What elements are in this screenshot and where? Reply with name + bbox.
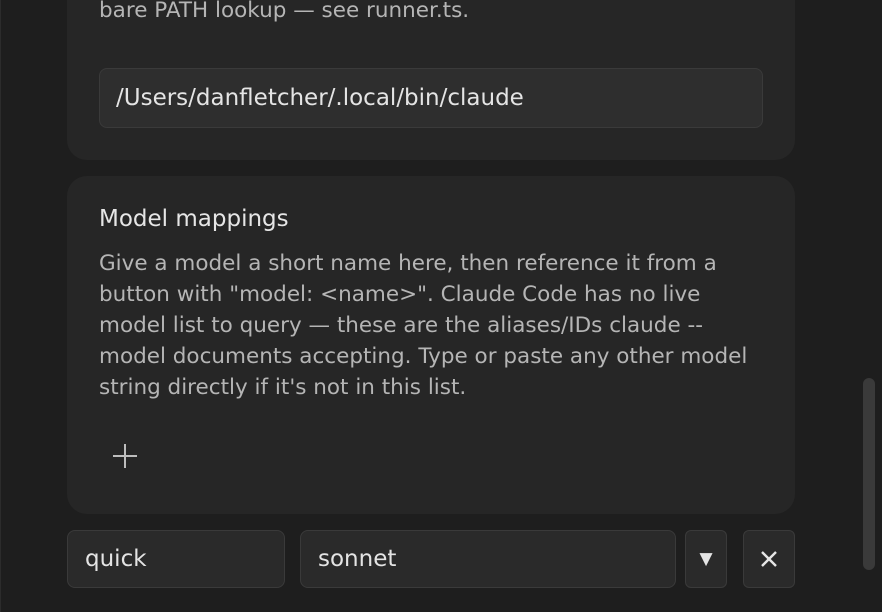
mapping-name-input[interactable] <box>67 530 285 588</box>
claude-path-description: container), it falls back to a few known… <box>99 0 470 23</box>
close-icon <box>761 551 777 567</box>
model-dropdown-button[interactable]: ▼ <box>685 530 727 588</box>
mapping-model-input[interactable] <box>300 530 676 588</box>
remove-mapping-button[interactable] <box>743 530 795 588</box>
mapping-row: ▼ <box>67 530 795 588</box>
plus-icon <box>113 444 137 468</box>
model-mappings-description: Give a model a short name here, then ref… <box>99 251 748 400</box>
model-mappings-title: Model mappings <box>99 206 289 232</box>
settings-panel: container), it falls back to a few known… <box>0 0 882 612</box>
claude-path-input[interactable] <box>99 68 763 128</box>
add-mapping-button[interactable] <box>103 434 147 478</box>
claude-path-card: container), it falls back to a few known… <box>67 0 795 160</box>
model-mappings-card: Model mappings Give a model a short name… <box>67 176 795 514</box>
scrollbar-thumb[interactable] <box>863 378 875 570</box>
chevron-down-icon: ▼ <box>699 549 713 569</box>
